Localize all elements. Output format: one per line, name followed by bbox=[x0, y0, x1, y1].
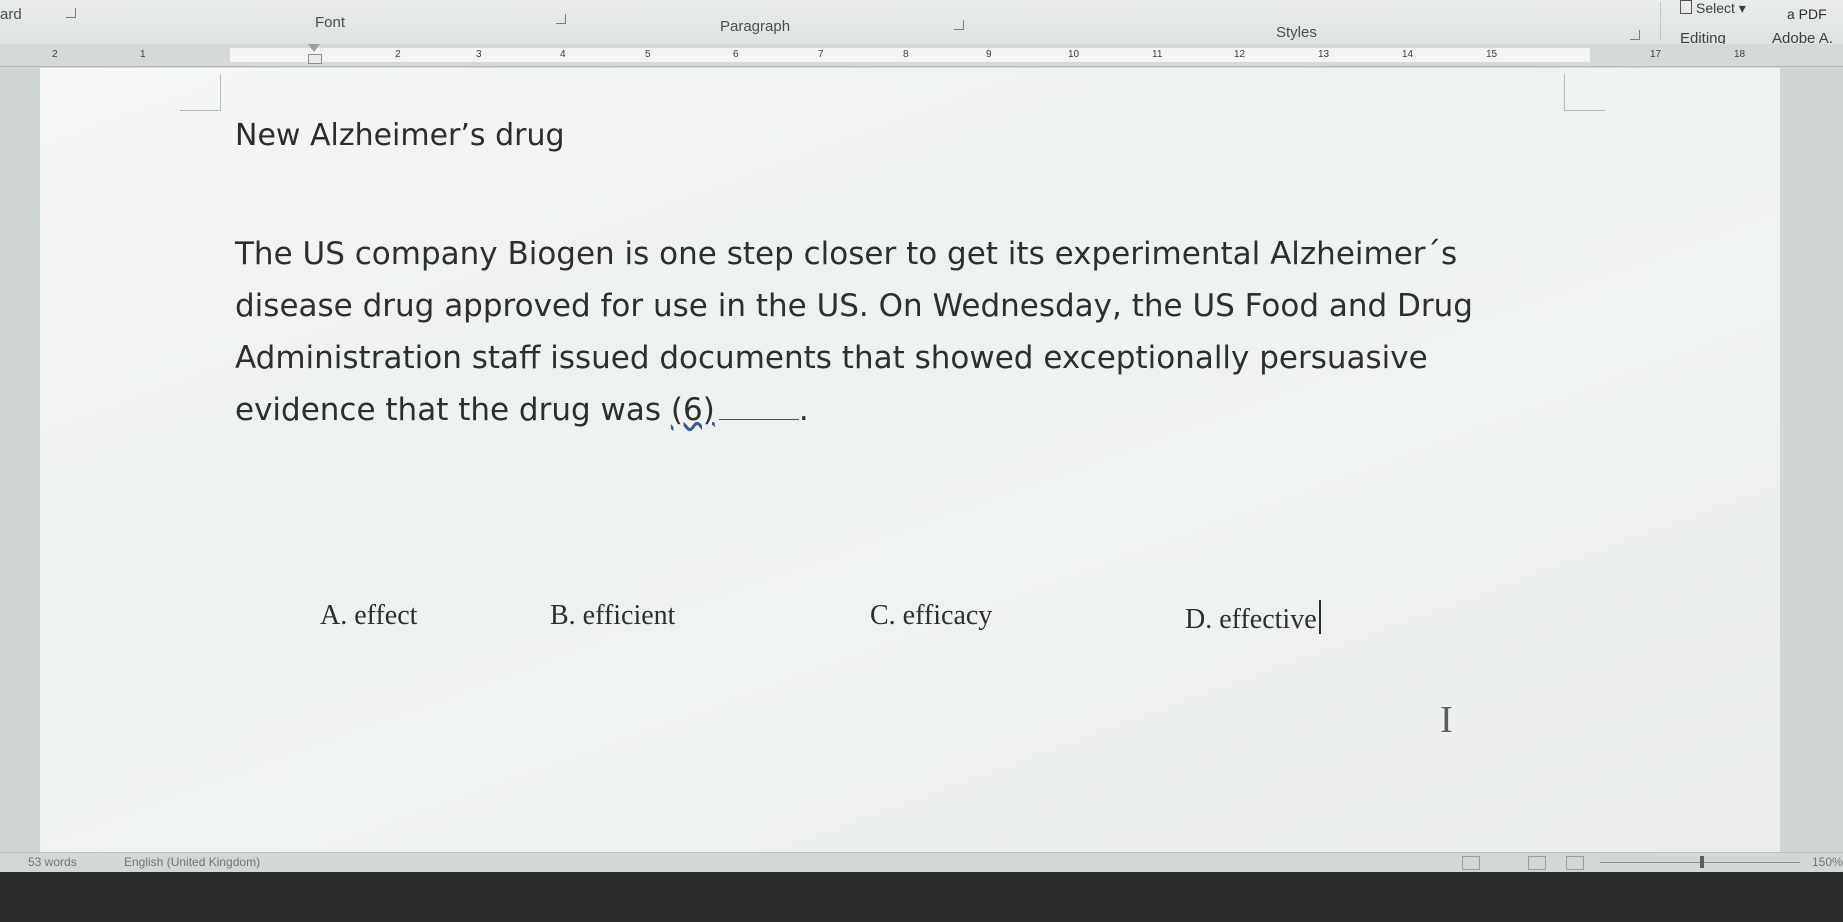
clipboard-group-label: ard bbox=[0, 6, 22, 23]
select-button-label: Select bbox=[1696, 0, 1735, 16]
paragraph-group-label: Paragraph bbox=[720, 18, 791, 35]
option-d: D. effective bbox=[1185, 604, 1317, 635]
ribbon-separator bbox=[1660, 2, 1661, 40]
horizontal-ruler[interactable]: 2 1 2 3 4 5 6 7 8 9 10 11 12 13 14 15 17… bbox=[0, 44, 1843, 67]
zoom-slider-thumb[interactable] bbox=[1700, 856, 1704, 868]
select-cursor-icon bbox=[1680, 0, 1692, 14]
monitor-bezel bbox=[0, 872, 1843, 922]
ruler-tick: 15 bbox=[1486, 49, 1498, 60]
ruler-tick: 6 bbox=[733, 49, 739, 60]
ibeam-cursor-icon: I bbox=[1440, 699, 1453, 741]
select-button[interactable]: Select ▾ bbox=[1680, 0, 1746, 17]
body-paragraph[interactable]: The US company Biogen is one step closer… bbox=[235, 228, 1595, 436]
option-c[interactable]: C. efficacy bbox=[870, 600, 992, 632]
document-page[interactable]: New Alzheimer’s drug The US company Biog… bbox=[40, 68, 1780, 852]
ruler-tick: 11 bbox=[1152, 49, 1163, 60]
font-dialog-launcher-icon[interactable] bbox=[556, 14, 566, 24]
ruler-tick: 5 bbox=[645, 49, 651, 60]
answer-blank bbox=[718, 391, 799, 420]
paragraph-dialog-launcher-icon[interactable] bbox=[954, 20, 964, 30]
ruler-tick: 12 bbox=[1234, 49, 1246, 60]
text-caret bbox=[1318, 600, 1321, 634]
document-title[interactable]: New Alzheimer’s drug bbox=[235, 118, 565, 153]
status-bar: 53 words English (United Kingdom) 150% bbox=[0, 852, 1843, 873]
language-indicator[interactable]: English (United Kingdom) bbox=[124, 855, 260, 869]
option-b[interactable]: B. efficient bbox=[550, 600, 675, 632]
styles-dialog-launcher-icon[interactable] bbox=[1630, 30, 1640, 40]
word-count[interactable]: 53 words bbox=[28, 855, 77, 869]
ruler-tick: 7 bbox=[818, 49, 824, 60]
ruler-tick: 14 bbox=[1402, 49, 1414, 60]
paragraph-line: disease drug approved for use in the US.… bbox=[235, 288, 1473, 324]
ruler-tick: 2 bbox=[395, 49, 401, 60]
ruler-tick: 3 bbox=[476, 49, 482, 60]
ruler-tick: 17 bbox=[1650, 49, 1662, 60]
ruler-tick: 18 bbox=[1734, 49, 1746, 60]
option-d-container[interactable]: D. effective bbox=[1185, 600, 1321, 636]
print-layout-icon[interactable] bbox=[1528, 856, 1546, 870]
zoom-level[interactable]: 150% bbox=[1812, 855, 1843, 869]
ruler-tick: 10 bbox=[1068, 49, 1080, 60]
styles-group-label: Styles bbox=[1276, 24, 1317, 41]
clipboard-dialog-launcher-icon[interactable] bbox=[66, 8, 76, 18]
ruler-tick: 4 bbox=[560, 49, 566, 60]
sentence-period: . bbox=[798, 392, 809, 428]
ruler-tick: 9 bbox=[986, 49, 992, 60]
margin-corner-top-right bbox=[1564, 74, 1605, 111]
ruler-tick: 13 bbox=[1318, 49, 1330, 60]
create-pdf-button[interactable]: a PDF bbox=[1787, 6, 1827, 22]
web-layout-icon[interactable] bbox=[1566, 856, 1584, 870]
margin-corner-top-left bbox=[180, 74, 221, 111]
paragraph-line: The US company Biogen is one step closer… bbox=[235, 236, 1458, 272]
paragraph-line-last: evidence that the drug was (6). bbox=[235, 384, 1595, 436]
ribbon: ard Font Paragraph Styles Select ▾ a PDF… bbox=[0, 0, 1843, 47]
paragraph-line-text: evidence that the drug was bbox=[235, 392, 671, 428]
ruler-tick: 1 bbox=[140, 49, 146, 60]
font-group-label: Font bbox=[315, 14, 346, 31]
ruler-tick: 2 bbox=[52, 49, 58, 60]
ruler-tick: 8 bbox=[903, 49, 909, 60]
ruler-text-area bbox=[230, 48, 1590, 62]
indent-marker-icon[interactable] bbox=[306, 44, 322, 64]
read-mode-icon[interactable] bbox=[1462, 856, 1480, 870]
paragraph-line: Administration staff issued documents th… bbox=[235, 340, 1428, 376]
question-number: (6) bbox=[670, 392, 715, 428]
option-a[interactable]: A. effect bbox=[320, 600, 417, 632]
